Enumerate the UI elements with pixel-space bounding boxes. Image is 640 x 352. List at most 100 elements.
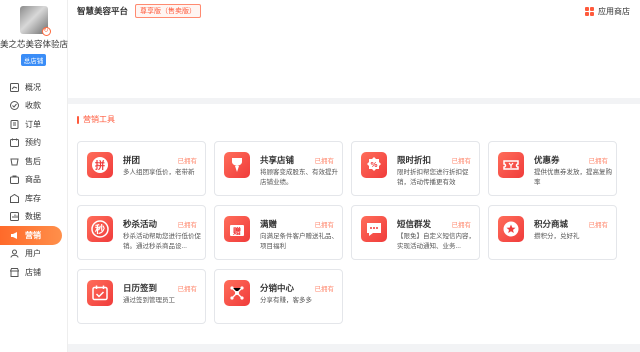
discount-icon: % [361,152,387,178]
checkout-icon [10,101,19,111]
tool-status: 已拥有 [177,158,198,165]
tool-status: 已拥有 [588,222,609,229]
tool-status: 已拥有 [314,222,335,229]
overview-icon [10,82,19,92]
sidebar-item-label: 库存 [25,193,41,203]
sidebar-item-appointment[interactable]: 预约 [0,134,67,153]
overview-area [68,22,640,98]
tool-desc: 提供优惠券发放，提高复购率 [534,169,612,186]
sidebar-item-label: 概况 [25,82,41,92]
coupon-icon [498,152,524,178]
shared-shop-icon [224,152,250,178]
tool-name: 优惠券 [534,155,560,165]
tool-name: 拼团 [123,155,141,165]
tool-card-calendar[interactable]: 日历签到 已拥有 通过签到管理员工 [77,269,206,324]
appointment-icon [10,138,19,148]
sidebar-item-label: 用户 [25,249,41,259]
tool-desc: 攒积分，兑好礼 [534,233,580,240]
tool-name: 分销中心 [260,283,295,293]
platform-title: 智慧美容平台 [77,6,129,16]
app-store-link[interactable]: 应用商店 [585,6,630,17]
sidebar-item-checkout[interactable]: 收款 [0,97,67,116]
marketing-panel: 营销工具 拼 拼团 已拥有 多人组团享低价，老带新 共享店铺 已拥有 将顾客变成… [68,104,640,344]
tool-card-group-buy[interactable]: 拼 拼团 已拥有 多人组团享低价，老带新 [77,141,206,196]
tool-card-coupon[interactable]: 优惠券 已拥有 提供优惠券发放，提高复购率 [488,141,617,196]
edition-badge: 尊享版（售卖版） [135,4,202,18]
sidebar-item-label: 数据 [25,212,41,222]
tool-name: 秒杀活动 [123,219,158,229]
sidebar-item-marketing[interactable]: 营销 [0,226,62,245]
svg-text:赠: 赠 [233,226,241,236]
app-store-label: 应用商店 [598,7,630,16]
top-header: 智慧美容平台 尊享版（售卖版） 应用商店 [68,0,640,22]
tool-desc: 通过签到管理员工 [123,297,175,304]
store-info: ↻ 美之芯美容体验店 总店铺 [0,0,69,68]
tool-desc: 将顾客变成股东、有效提升店铺业绩。 [260,169,338,186]
sidebar-item-label: 订单 [25,119,41,129]
sidebar-item-shop[interactable]: 店铺 [0,263,67,282]
tool-desc: 【限免】自定义短信内容，实现活动通知、业务... [397,233,475,250]
tool-card-gift[interactable]: 赠 满赠 已拥有 向满足条件客户赠送礼品、项目福利 [214,205,343,260]
distribution-icon [224,280,250,306]
svg-text:拼: 拼 [95,159,105,172]
tool-card-discount[interactable]: % 限时折扣 已拥有 限时折扣帮您进行折扣促销，活动传播更有效 [351,141,480,196]
points-mall-icon [498,216,524,242]
marketing-icon [10,231,19,240]
tool-name: 短信群发 [397,219,432,229]
data-icon [10,212,19,222]
goods-icon [10,175,19,185]
svg-text:秒: 秒 [95,223,105,236]
tool-card-shared-shop[interactable]: 共享店铺 已拥有 将顾客变成股东、有效提升店铺业绩。 [214,141,343,196]
after-sale-icon [10,157,19,166]
sidebar-item-overview[interactable]: 概况 [0,78,67,97]
tool-card-flash-sale[interactable]: 秒 秒杀活动 已拥有 秒杀活动帮助您进行低价促销。通过秒杀商品设... [77,205,206,260]
tool-name: 满赠 [260,219,278,229]
tool-desc: 秒杀活动帮助您进行低价促销。通过秒杀商品设... [123,233,201,250]
sidebar-item-label: 预约 [25,138,41,148]
sidebar: ↻ 美之芯美容体验店 总店铺 概况 收款 订单 预约 售后 商品 库存 数据 营… [0,0,68,352]
sidebar-item-stock[interactable]: 库存 [0,189,67,208]
store-avatar[interactable]: ↻ [19,6,51,36]
sidebar-item-label: 店铺 [25,267,41,277]
tool-status: 已拥有 [451,222,472,229]
tool-status: 已拥有 [314,286,335,293]
tool-name: 积分商城 [534,219,569,229]
section-title: 营销工具 [77,114,115,125]
tool-desc: 分享有赚，客多多 [260,297,312,304]
tool-desc: 限时折扣帮您进行折扣促销，活动传播更有效 [397,169,469,186]
tool-status: 已拥有 [177,222,198,229]
sidebar-item-after-sale[interactable]: 售后 [0,152,67,171]
tool-name: 共享店铺 [260,155,295,165]
order-icon [10,119,19,129]
tool-status: 已拥有 [588,158,609,165]
group-buy-icon: 拼 [87,152,113,178]
switch-icon[interactable]: ↻ [41,27,51,36]
app-grid-icon [585,7,594,16]
sidebar-item-goods[interactable]: 商品 [0,171,67,190]
store-tag-badge: 总店铺 [20,54,47,66]
flash-sale-icon: 秒 [87,216,113,242]
tool-desc: 多人组团享低价，老带新 [123,169,195,176]
stock-icon [10,193,19,203]
user-icon [10,249,19,258]
calendar-icon [87,280,113,306]
gift-icon: 赠 [224,216,250,242]
sidebar-item-user[interactable]: 用户 [0,245,67,264]
sidebar-item-label: 商品 [25,175,41,185]
tool-card-sms[interactable]: 短信群发 已拥有 【限免】自定义短信内容，实现活动通知、业务... [351,205,480,260]
sidebar-item-order[interactable]: 订单 [0,115,67,134]
store-name: 美之芯美容体验店 [0,39,69,49]
tool-status: 已拥有 [314,158,335,165]
sidebar-nav: 概况 收款 订单 预约 售后 商品 库存 数据 营销 用户 店铺 [0,78,67,282]
tool-status: 已拥有 [177,286,198,293]
shop-icon [10,267,19,277]
sms-icon [361,216,387,242]
tool-name: 日历签到 [123,283,158,293]
tool-name: 限时折扣 [397,155,432,165]
sidebar-item-label: 营销 [25,230,41,240]
sidebar-item-label: 收款 [25,101,41,111]
tool-status: 已拥有 [451,158,472,165]
tool-card-points-mall[interactable]: 积分商城 已拥有 攒积分，兑好礼 [488,205,617,260]
tool-card-distribution[interactable]: 分销中心 已拥有 分享有赚，客多多 [214,269,343,324]
sidebar-item-data[interactable]: 数据 [0,208,67,227]
